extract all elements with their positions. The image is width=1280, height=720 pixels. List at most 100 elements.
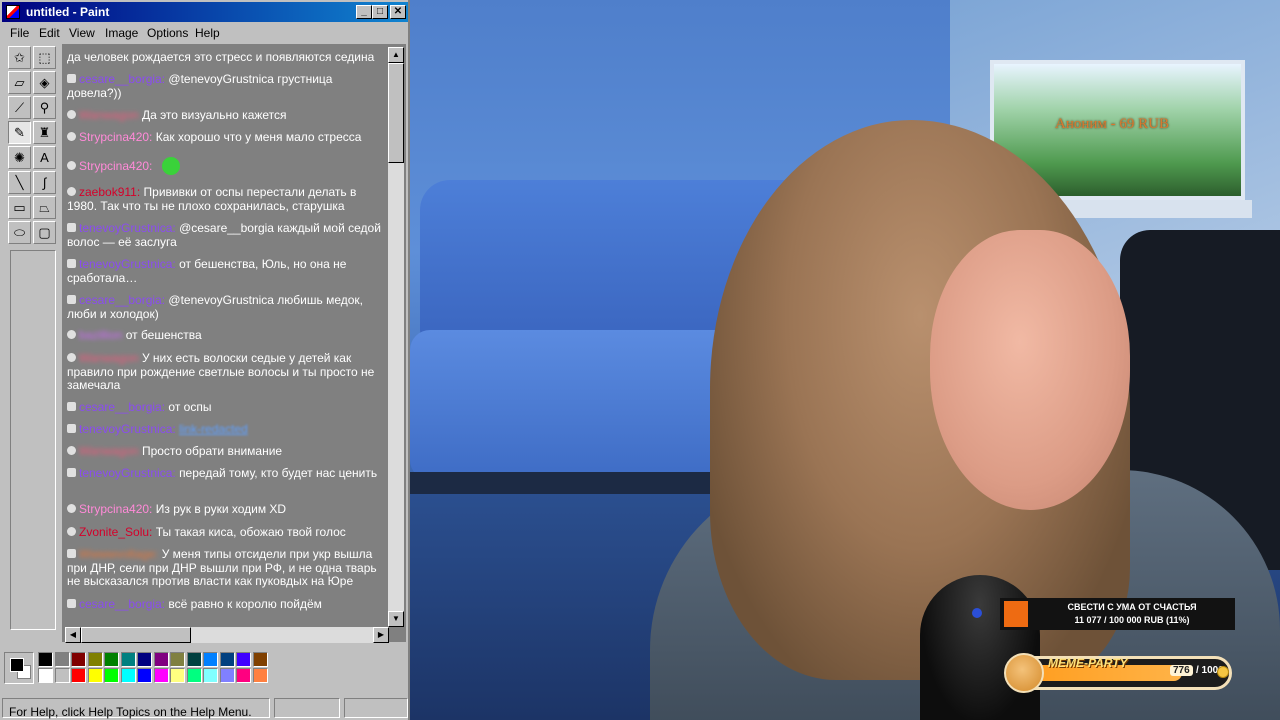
chat-username[interactable]: Strypcina420: <box>79 159 152 173</box>
palette-swatch[interactable] <box>104 668 119 683</box>
menu-view[interactable]: View <box>69 26 95 40</box>
palette-swatch[interactable] <box>236 652 251 667</box>
chat-username[interactable]: Wanwagon <box>79 351 139 365</box>
meme-party-label: MEME-PARTY <box>1048 656 1128 670</box>
palette-swatch[interactable] <box>203 652 218 667</box>
palette-swatch[interactable] <box>54 668 70 683</box>
chat-status-icon <box>67 527 76 536</box>
palette-swatch[interactable] <box>38 668 53 683</box>
chat-status-icon <box>67 161 76 170</box>
palette-swatch[interactable] <box>137 668 152 683</box>
chat-username[interactable]: Strypcina420: <box>79 130 152 144</box>
palette-swatch[interactable] <box>252 668 268 683</box>
rounded-rect-icon[interactable]: ▢ <box>33 221 56 244</box>
chat-username[interactable]: tenevoyGrustnica: <box>79 257 176 271</box>
chat-username[interactable]: Strypcina420: <box>79 502 152 516</box>
palette-swatch[interactable] <box>153 652 169 667</box>
paint-app-icon[interactable] <box>6 5 20 19</box>
ellipse-icon[interactable]: ⬭ <box>8 221 31 244</box>
chat-username[interactable]: Zvonite_Solu: <box>79 525 152 539</box>
title-bar[interactable]: untitled - Paint _ □ ✕ <box>2 2 408 22</box>
curve-icon[interactable]: ∫ <box>33 171 56 194</box>
palette-swatch[interactable] <box>236 668 251 683</box>
palette-swatch[interactable] <box>153 668 169 683</box>
chat-username[interactable]: Wwwwvoltage: <box>79 547 158 561</box>
horizontal-scroll-thumb[interactable] <box>81 627 191 643</box>
color-picker-icon[interactable]: ⟋ <box>8 96 31 119</box>
scroll-left-icon[interactable]: ◀ <box>65 627 81 643</box>
menu-file[interactable]: File <box>10 26 29 40</box>
chat-status-icon <box>67 446 76 455</box>
chat-badge-icon <box>67 402 76 411</box>
tool-options-panel[interactable] <box>10 250 56 630</box>
palette-swatch[interactable] <box>170 668 185 683</box>
vertical-scrollbar[interactable]: ▲ ▼ <box>388 47 404 627</box>
chat-username[interactable]: Wanwagon <box>79 444 139 458</box>
chat-username[interactable]: tenevoyGrustnica: <box>79 466 176 480</box>
eraser-icon[interactable]: ▱ <box>8 71 31 94</box>
chat-username[interactable]: tenevoyGrustnica: <box>79 422 176 436</box>
chat-message: Wanwagon У них есть волоски седые у дете… <box>67 351 385 393</box>
brush-icon[interactable]: ♜ <box>33 121 56 144</box>
chat-username[interactable]: bazillion <box>79 328 122 342</box>
chat-link[interactable]: link-redacted <box>179 422 248 436</box>
palette-swatch[interactable] <box>120 652 136 667</box>
chat-username[interactable]: tenevoyGrustnica: <box>79 221 176 235</box>
palette-swatch[interactable] <box>252 652 268 667</box>
chat-text: от оспы <box>168 400 212 414</box>
chat-badge-icon <box>67 223 76 232</box>
fill-icon[interactable]: ◈ <box>33 71 56 94</box>
current-colors[interactable] <box>4 652 34 684</box>
menu-options[interactable]: Options <box>147 26 188 40</box>
text-icon[interactable]: A <box>33 146 56 169</box>
palette-swatch[interactable] <box>104 652 119 667</box>
chat-username[interactable]: Wanwagon <box>79 108 139 122</box>
airbrush-icon[interactable]: ✺ <box>8 146 31 169</box>
vertical-scroll-thumb[interactable] <box>388 63 404 163</box>
menu-edit[interactable]: Edit <box>39 26 60 40</box>
scroll-right-icon[interactable]: ▶ <box>373 627 389 643</box>
chat-username[interactable]: cesare__borgia: <box>79 597 165 611</box>
chat-username[interactable]: zaebok911: <box>79 185 140 199</box>
palette-swatch[interactable] <box>186 668 202 683</box>
close-button[interactable]: ✕ <box>390 5 406 19</box>
palette-swatch[interactable] <box>71 668 86 683</box>
horizontal-scrollbar[interactable]: ◀ ▶ <box>65 627 389 643</box>
palette-swatch[interactable] <box>186 652 202 667</box>
polygon-icon[interactable]: ⏢ <box>33 196 56 219</box>
chat-badge-icon <box>67 468 76 477</box>
drawing-canvas[interactable]: да человек рождается это стресс и появля… <box>62 44 406 643</box>
chat-text: передай тому, кто будет нас ценить <box>179 466 378 480</box>
maximize-button[interactable]: □ <box>372 5 388 19</box>
chat-message: cesare__borgia: @tenevoyGrustnica любишь… <box>67 293 385 321</box>
palette-swatch[interactable] <box>219 668 235 683</box>
palette-swatch[interactable] <box>87 652 103 667</box>
palette-swatch[interactable] <box>54 652 70 667</box>
chat-username[interactable]: cesare__borgia: <box>79 72 165 86</box>
palette-swatch[interactable] <box>120 668 136 683</box>
minimize-button[interactable]: _ <box>356 5 372 19</box>
free-select-icon[interactable]: ✩ <box>8 46 31 69</box>
palette-swatch[interactable] <box>38 652 53 667</box>
foreground-color[interactable] <box>10 658 24 672</box>
menu-help[interactable]: Help <box>195 26 220 40</box>
select-icon[interactable]: ⬚ <box>33 46 56 69</box>
chat-username[interactable]: cesare__borgia: <box>79 293 165 307</box>
palette-swatch[interactable] <box>219 652 235 667</box>
scroll-up-icon[interactable]: ▲ <box>388 47 404 63</box>
palette-swatch[interactable] <box>71 652 86 667</box>
chat-message: cesare__borgia: от оспы <box>67 400 385 415</box>
status-coords-cell <box>274 698 340 718</box>
pencil-icon[interactable]: ✎ <box>8 121 31 144</box>
palette-swatch[interactable] <box>137 652 152 667</box>
palette-swatch[interactable] <box>170 652 185 667</box>
chat-username[interactable]: cesare__borgia: <box>79 400 165 414</box>
menu-image[interactable]: Image <box>105 26 138 40</box>
palette-swatch[interactable] <box>87 668 103 683</box>
magnifier-icon[interactable]: ⚲ <box>33 96 56 119</box>
scroll-down-icon[interactable]: ▼ <box>388 611 404 627</box>
rectangle-icon[interactable]: ▭ <box>8 196 31 219</box>
palette-swatch[interactable] <box>203 668 218 683</box>
line-icon[interactable]: ╲ <box>8 171 31 194</box>
status-help-text: For Help, click Help Topics on the Help … <box>9 705 252 719</box>
